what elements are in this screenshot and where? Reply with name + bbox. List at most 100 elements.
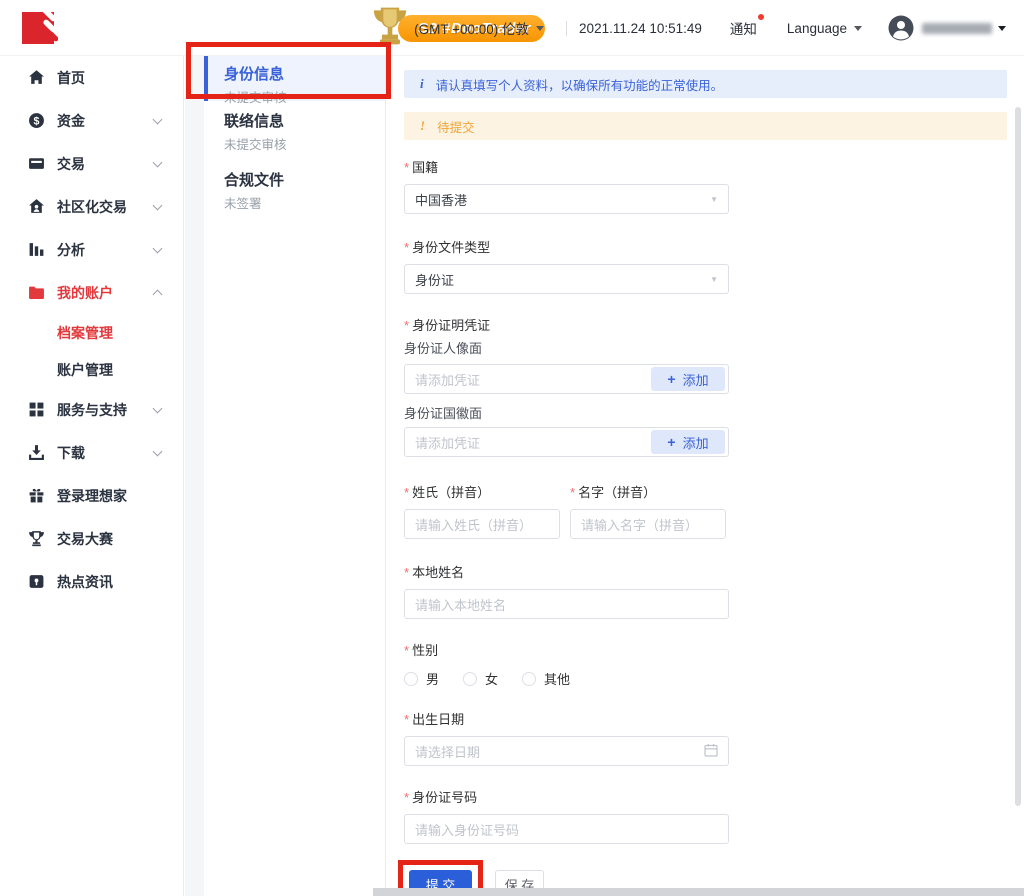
- sidebar-item-label: 登录理想家: [57, 486, 127, 506]
- upload-placeholder: 请添加凭证: [415, 433, 480, 452]
- sidebar-item-label: 分析: [57, 240, 85, 260]
- menu-item-contact-info[interactable]: 联络信息 未提交审核: [204, 103, 385, 160]
- menu-item-identity-info[interactable]: 身份信息 未提交审核: [204, 56, 385, 101]
- info-icon: i: [420, 76, 424, 92]
- sidebar-item-trading-contest[interactable]: 交易大赛: [0, 517, 183, 560]
- header-divider: [566, 21, 567, 36]
- menu-item-status: 未签署: [224, 193, 385, 212]
- plus-icon: +: [667, 434, 675, 450]
- sidebar-item-services-support[interactable]: 服务与支持: [0, 388, 183, 431]
- local-name-placeholder: 请输入本地姓名: [415, 595, 506, 614]
- gender-option-male[interactable]: 男: [404, 669, 439, 688]
- chevron-down-icon: [153, 243, 163, 253]
- chevron-down-icon: [854, 26, 862, 31]
- id-proof-label: 身份证明凭证: [404, 318, 1024, 334]
- local-name-input[interactable]: 请输入本地姓名: [404, 589, 729, 619]
- community-icon: [28, 198, 45, 215]
- add-front-button[interactable]: + 添加: [651, 367, 725, 391]
- gender-option-female[interactable]: 女: [463, 669, 498, 688]
- add-back-button[interactable]: + 添加: [651, 430, 725, 454]
- id-type-label: 身份文件类型: [404, 240, 1024, 256]
- upload-placeholder: 请添加凭证: [415, 370, 480, 389]
- birth-date-label: 出生日期: [404, 712, 1024, 728]
- last-name-placeholder: 请输入姓氏（拼音）: [415, 515, 532, 534]
- user-name-blurred[interactable]: [922, 23, 992, 34]
- chevron-up-icon: [153, 290, 163, 300]
- sidebar-item-my-account[interactable]: 我的账户: [0, 271, 183, 314]
- grid-icon: [28, 401, 45, 418]
- menu-item-title: 联络信息: [224, 110, 385, 131]
- first-name-label: 名字（拼音）: [570, 485, 726, 501]
- server-time: 2021.11.24 10:51:49: [579, 21, 702, 36]
- sidebar-item-home[interactable]: 首页: [0, 56, 183, 99]
- gender-option-other[interactable]: 其他: [522, 669, 570, 688]
- notifications-link[interactable]: 通知: [730, 18, 757, 38]
- id-number-label: 身份证号码: [404, 790, 1024, 806]
- info-banner: i 请认真填写个人资料，以确保所有功能的正常使用。: [404, 70, 1007, 98]
- sidebar-item-label: 服务与支持: [57, 400, 127, 420]
- my-account-submenu: 档案管理 账户管理: [0, 314, 183, 388]
- notification-dot: [758, 14, 764, 20]
- last-name-input[interactable]: 请输入姓氏（拼音）: [404, 509, 560, 539]
- sidebar-item-hot-news[interactable]: 热点资讯: [0, 560, 183, 603]
- last-name-label: 姓氏（拼音）: [404, 485, 560, 501]
- chevron-down-icon[interactable]: [998, 26, 1006, 31]
- horizontal-scrollbar-thumb[interactable]: [373, 888, 1024, 896]
- sidebar-item-community-trading[interactable]: 社区化交易: [0, 185, 183, 228]
- main-sidebar: 首页 $ 资金 交易 社区化交易 分析: [0, 56, 184, 896]
- sidebar-item-label: 下载: [57, 443, 85, 463]
- id-type-select[interactable]: 身份证 ▼: [404, 264, 729, 294]
- menu-item-title: 身份信息: [224, 63, 385, 84]
- id-back-upload[interactable]: 请添加凭证 + 添加: [404, 427, 729, 457]
- id-number-input[interactable]: 请输入身份证号码: [404, 814, 729, 844]
- radio-icon: [463, 672, 477, 686]
- bar-chart-icon: [28, 241, 45, 258]
- news-icon: [28, 573, 45, 590]
- top-header: S2 #DooTrader (GMT +00:00) 伦敦 2021.11.24…: [0, 0, 1024, 56]
- birth-date-input[interactable]: 请选择日期: [404, 736, 729, 766]
- user-avatar[interactable]: [888, 15, 914, 41]
- select-caret-icon: ▼: [710, 195, 718, 204]
- nationality-select[interactable]: 中国香港 ▼: [404, 184, 729, 214]
- sidebar-item-login-inmotion[interactable]: 登录理想家: [0, 474, 183, 517]
- sidebar-item-download[interactable]: 下载: [0, 431, 183, 474]
- gender-options: 男 女 其他: [404, 669, 1024, 688]
- menu-item-status: 未提交审核: [224, 134, 385, 153]
- timezone-selector[interactable]: (GMT +00:00) 伦敦: [414, 18, 544, 38]
- menu-item-compliance-docs[interactable]: 合规文件 未签署: [204, 162, 385, 219]
- select-caret-icon: ▼: [710, 275, 718, 284]
- sidebar-item-label: 首页: [57, 68, 85, 88]
- id-back-label: 身份证国徽面: [404, 407, 1024, 421]
- id-front-label: 身份证人像面: [404, 342, 1024, 356]
- status-banner-text: 待提交: [437, 117, 475, 136]
- id-number-placeholder: 请输入身份证号码: [415, 820, 519, 839]
- first-name-input[interactable]: 请输入名字（拼音）: [570, 509, 726, 539]
- sidebar-item-funds[interactable]: $ 资金: [0, 99, 183, 142]
- nationality-value: 中国香港: [415, 190, 467, 209]
- sidebar-gap: [185, 56, 204, 896]
- profile-menu-panel: 身份信息 未提交审核 联络信息 未提交审核 合规文件 未签署: [204, 56, 386, 896]
- sidebar-item-label: 资金: [57, 111, 85, 131]
- app-root: S2 #DooTrader (GMT +00:00) 伦敦 2021.11.24…: [0, 0, 1024, 896]
- id-type-value: 身份证: [415, 270, 454, 289]
- language-selector[interactable]: Language: [787, 21, 862, 36]
- chevron-down-icon: [153, 200, 163, 210]
- sidebar-item-account-management[interactable]: 账户管理: [0, 351, 183, 388]
- sidebar-subitem-label: 档案管理: [57, 323, 113, 343]
- funds-icon: $: [28, 112, 45, 129]
- sidebar-item-label: 交易: [57, 154, 85, 174]
- sidebar-item-trade[interactable]: 交易: [0, 142, 183, 185]
- vertical-scrollbar-thumb[interactable]: [1015, 107, 1021, 806]
- chevron-down-icon: [536, 26, 544, 31]
- id-front-upload[interactable]: 请添加凭证 + 添加: [404, 364, 729, 394]
- warning-icon: !: [420, 118, 425, 134]
- timezone-label: (GMT +00:00) 伦敦: [414, 18, 529, 38]
- sidebar-item-profile-management[interactable]: 档案管理: [0, 314, 183, 351]
- trophy-icon: [28, 530, 45, 547]
- sidebar-item-label: 我的账户: [57, 283, 113, 303]
- nationality-label: 国籍: [404, 160, 1024, 176]
- doo-prime-logo[interactable]: [20, 9, 58, 47]
- sidebar-item-analysis[interactable]: 分析: [0, 228, 183, 271]
- download-icon: [28, 444, 45, 461]
- svg-text:$: $: [34, 115, 40, 127]
